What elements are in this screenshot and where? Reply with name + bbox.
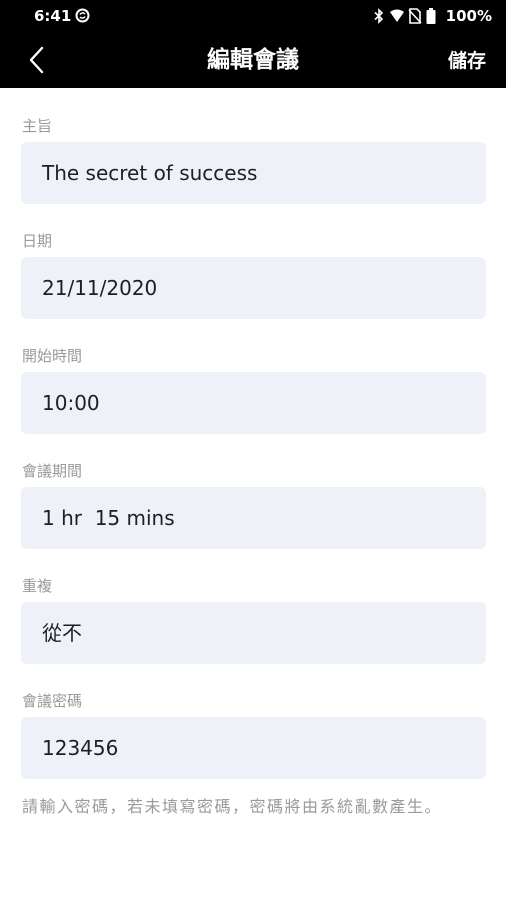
status-icons: 100% — [372, 6, 492, 26]
status-bar: 6:41 100% — [0, 0, 506, 32]
duration-label: 會議期間 — [22, 462, 83, 480]
back-arrow-icon — [22, 46, 58, 84]
password-hint: 請輸入密碼，若未填寫密碼，密碼將由系統亂數產生。 — [22, 797, 443, 816]
save-button[interactable]: 儲存 — [448, 49, 486, 73]
app-bar: 編輯會議 儲存 — [0, 32, 506, 88]
subject-label: 主旨 — [22, 117, 53, 135]
date-field[interactable]: 21/11/2020 — [21, 257, 486, 319]
duration-value: 1 hr 15 mins — [42, 506, 175, 530]
password-field[interactable]: 123456 — [21, 717, 486, 779]
repeat-label: 重複 — [22, 577, 53, 595]
password-value: 123456 — [42, 736, 119, 760]
date-label: 日期 — [22, 232, 53, 250]
subject-field[interactable]: The secret of success — [21, 142, 486, 204]
start-time-field[interactable]: 10:00 — [21, 372, 486, 434]
password-label: 會議密碼 — [22, 692, 83, 710]
battery-percentage: 100% — [445, 7, 492, 25]
battery-icon — [426, 8, 440, 24]
sync-icon — [75, 8, 90, 23]
date-value: 21/11/2020 — [42, 276, 158, 300]
repeat-value: 從不 — [42, 621, 82, 645]
back-button[interactable] — [22, 40, 58, 80]
wifi-icon — [389, 8, 404, 24]
bluetooth-icon — [372, 8, 386, 24]
status-time: 6:41 — [34, 7, 72, 25]
start-time-value: 10:00 — [42, 391, 100, 415]
no-sim-icon — [408, 8, 422, 24]
repeat-field[interactable]: 從不 — [21, 602, 486, 664]
page-title: 編輯會議 — [207, 47, 299, 73]
subject-value: The secret of success — [42, 161, 258, 185]
start-time-label: 開始時間 — [22, 347, 83, 365]
duration-field[interactable]: 1 hr 15 mins — [21, 487, 486, 549]
